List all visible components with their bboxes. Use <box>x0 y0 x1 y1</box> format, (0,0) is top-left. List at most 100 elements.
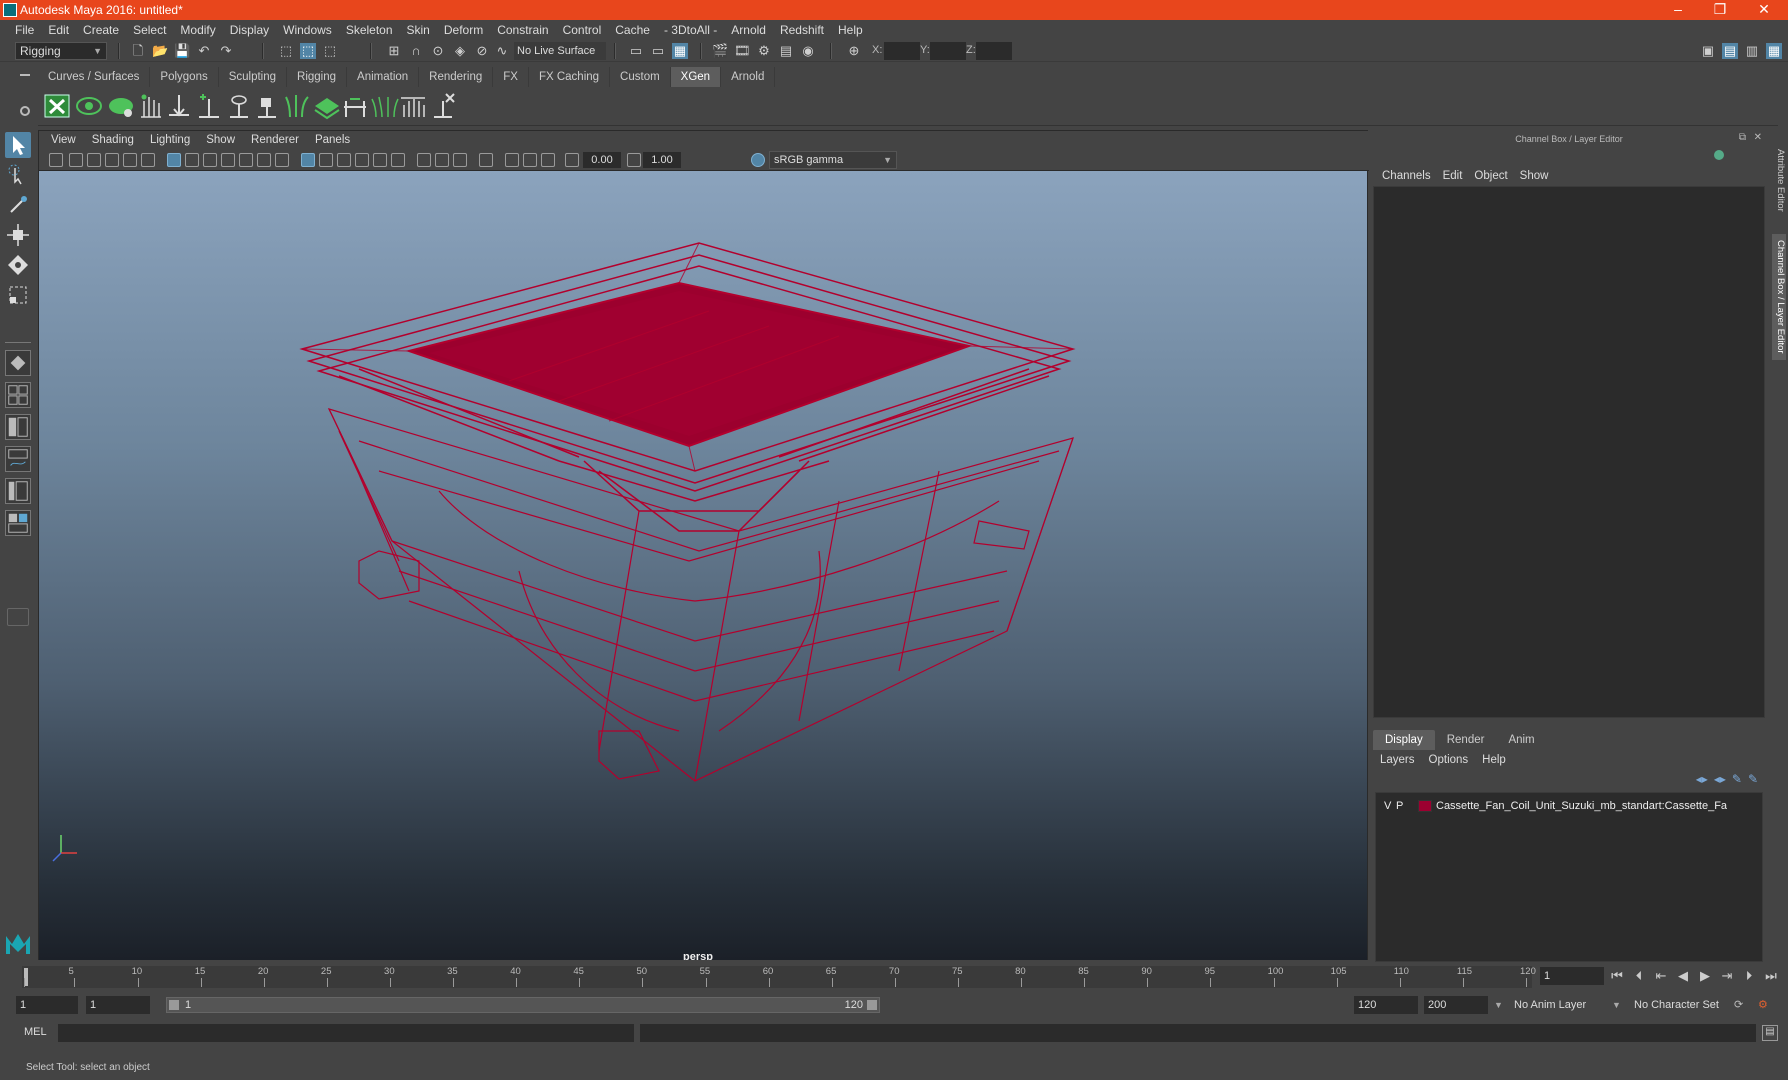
range-slider-bar[interactable]: 1 120 <box>166 997 880 1013</box>
attribute-editor-toggle-icon[interactable]: ▤ <box>1722 43 1738 59</box>
menu-constrain[interactable]: Constrain <box>490 20 555 40</box>
layer-playback-toggle[interactable]: P <box>1396 797 1403 815</box>
select-tool[interactable] <box>5 132 31 158</box>
tool-settings-toggle-icon[interactable]: ▥ <box>1744 43 1760 59</box>
current-frame-field[interactable]: 1 <box>1540 967 1604 985</box>
3d-scene-view[interactable]: persp <box>39 171 1367 960</box>
xgen-place-guide-icon[interactable] <box>164 91 194 121</box>
auto-key-icon[interactable]: ⟳ <box>1734 996 1743 1014</box>
ambient-occlusion-icon[interactable] <box>435 153 449 167</box>
layer-color-swatch[interactable] <box>1418 800 1432 812</box>
xray-icon[interactable] <box>505 153 519 167</box>
animation-preferences-icon[interactable]: ⚙ <box>1758 996 1768 1014</box>
exposure-icon[interactable] <box>565 153 579 167</box>
layer-menu-help[interactable]: Help <box>1482 754 1520 766</box>
select-object-icon[interactable]: ⬚ <box>300 43 316 59</box>
menu-control[interactable]: Control <box>556 20 609 40</box>
shelf-tab-rendering[interactable]: Rendering <box>419 67 494 87</box>
xray-active-icon[interactable] <box>523 153 537 167</box>
go-to-start-icon[interactable]: ⏮ <box>1608 967 1626 985</box>
time-slider-track[interactable]: 5 10 15 20 25 30 35 40 45 50 55 60 65 70 75 80 85 90 95 100… <box>22 966 1536 988</box>
panel-menu-view[interactable]: View <box>43 131 84 149</box>
menu-windows[interactable]: Windows <box>276 20 339 40</box>
exposure-field[interactable]: 0.00 <box>583 152 621 168</box>
camera-attributes-icon[interactable] <box>69 153 83 167</box>
menu-create[interactable]: Create <box>76 20 126 40</box>
snap-grid-icon[interactable]: ⊞ <box>386 43 402 59</box>
channel-box-tab[interactable]: Channel Box / Layer Editor <box>1772 234 1786 360</box>
save-scene-icon[interactable]: 💾 <box>174 43 190 59</box>
grid-icon[interactable] <box>167 153 181 167</box>
use-lights-icon[interactable] <box>391 153 405 167</box>
channel-box-menu-edit[interactable]: Edit <box>1437 170 1469 182</box>
layer-tab-display[interactable]: Display <box>1373 730 1435 750</box>
z-field[interactable] <box>976 42 1012 60</box>
single-perspective-layout-button[interactable] <box>5 350 31 376</box>
chevron-down-icon[interactable]: ▼ <box>1494 996 1503 1014</box>
camera-icon[interactable] <box>49 153 63 167</box>
shelf-settings-icon[interactable] <box>20 106 30 116</box>
shelf-options[interactable] <box>16 66 34 126</box>
step-back-key-icon[interactable]: ⏴ <box>1630 967 1648 985</box>
layer-menu-layers[interactable]: Layers <box>1380 754 1429 766</box>
panel-menu-shading[interactable]: Shading <box>84 131 142 149</box>
select-component-icon[interactable]: ⬚ <box>322 43 338 59</box>
maximize-button[interactable]: ❐ <box>1700 0 1740 20</box>
xgen-sculpt-icon[interactable] <box>224 91 254 121</box>
menu-display[interactable]: Display <box>223 20 276 40</box>
menu-set-dropdown[interactable]: Rigging ▼ <box>15 42 107 60</box>
y-field[interactable] <box>930 42 966 60</box>
xgen-length-icon[interactable] <box>398 91 428 121</box>
menu-3dtoall[interactable]: - 3DtoAll - <box>657 20 724 40</box>
x-field[interactable] <box>884 42 920 60</box>
shelf-tab-fx[interactable]: FX <box>493 67 529 87</box>
float-panel-icon[interactable]: ⧉ <box>1739 132 1746 143</box>
range-start-handle[interactable] <box>169 1000 179 1010</box>
menu-skeleton[interactable]: Skeleton <box>339 20 400 40</box>
textured-icon[interactable] <box>373 153 387 167</box>
resolution-gate-icon[interactable] <box>203 153 217 167</box>
attribute-editor-tab[interactable]: Attribute Editor <box>1772 140 1786 220</box>
snap-live-icon[interactable]: ⊘ <box>474 43 490 59</box>
hypershade-icon[interactable]: ▤ <box>778 43 794 59</box>
default-lighting-icon[interactable] <box>337 153 351 167</box>
chevron-down-icon[interactable]: ▼ <box>1612 996 1621 1014</box>
xgen-description-icon[interactable] <box>106 91 136 121</box>
layer-visibility-toggle[interactable]: V <box>1384 797 1391 815</box>
xgen-add-guide-icon[interactable] <box>194 91 224 121</box>
isolate-select-icon[interactable] <box>479 153 493 167</box>
2d-pan-zoom-icon[interactable] <box>123 153 137 167</box>
menu-file[interactable]: File <box>8 20 41 40</box>
gamma-icon[interactable] <box>627 153 641 167</box>
more-layouts-button[interactable] <box>7 608 29 626</box>
anim-layer-dropdown[interactable]: No Anim Layer <box>1514 996 1586 1014</box>
play-backwards-icon[interactable]: ◀ <box>1674 967 1692 985</box>
undo-icon[interactable]: ↶ <box>196 43 212 59</box>
xgen-layer-icon[interactable] <box>312 91 342 121</box>
hypershade-layout-button[interactable] <box>5 510 31 536</box>
smooth-shade-icon[interactable] <box>319 153 333 167</box>
close-button[interactable]: ✕ <box>1744 0 1784 20</box>
render-view-icon[interactable]: ◉ <box>800 43 816 59</box>
xray-joints-icon[interactable] <box>541 153 555 167</box>
panel-menu-renderer[interactable]: Renderer <box>243 131 307 149</box>
shadows-icon[interactable] <box>417 153 431 167</box>
live-surface-field[interactable]: No Live Surface <box>514 42 606 60</box>
modeling-toolkit-icon[interactable]: ▣ <box>1700 43 1716 59</box>
ipr-render-icon[interactable]: 🎞 <box>734 43 751 59</box>
step-forward-key-icon[interactable]: ⏵ <box>1740 967 1758 985</box>
rotate-tool[interactable] <box>5 252 31 278</box>
step-back-frame-icon[interactable]: ⇤ <box>1652 967 1670 985</box>
shelf-tab-sculpting[interactable]: Sculpting <box>218 67 288 87</box>
go-to-end-icon[interactable]: ⏭ <box>1762 967 1780 985</box>
lasso-tool[interactable] <box>5 162 31 188</box>
minimize-button[interactable]: – <box>1658 0 1698 20</box>
menu-edit[interactable]: Edit <box>41 20 76 40</box>
playback-end-field[interactable]: 120 <box>1354 996 1418 1014</box>
move-layer-down-icon[interactable]: ◂▸ <box>1714 772 1726 786</box>
image-plane-icon[interactable] <box>105 153 119 167</box>
new-scene-icon[interactable]: 🗋 <box>130 43 146 59</box>
make-live-icon[interactable]: ∿ <box>494 43 510 59</box>
script-editor-icon[interactable]: ▤ <box>1762 1025 1778 1041</box>
move-layer-up-icon[interactable]: ◂▸ <box>1696 772 1708 786</box>
